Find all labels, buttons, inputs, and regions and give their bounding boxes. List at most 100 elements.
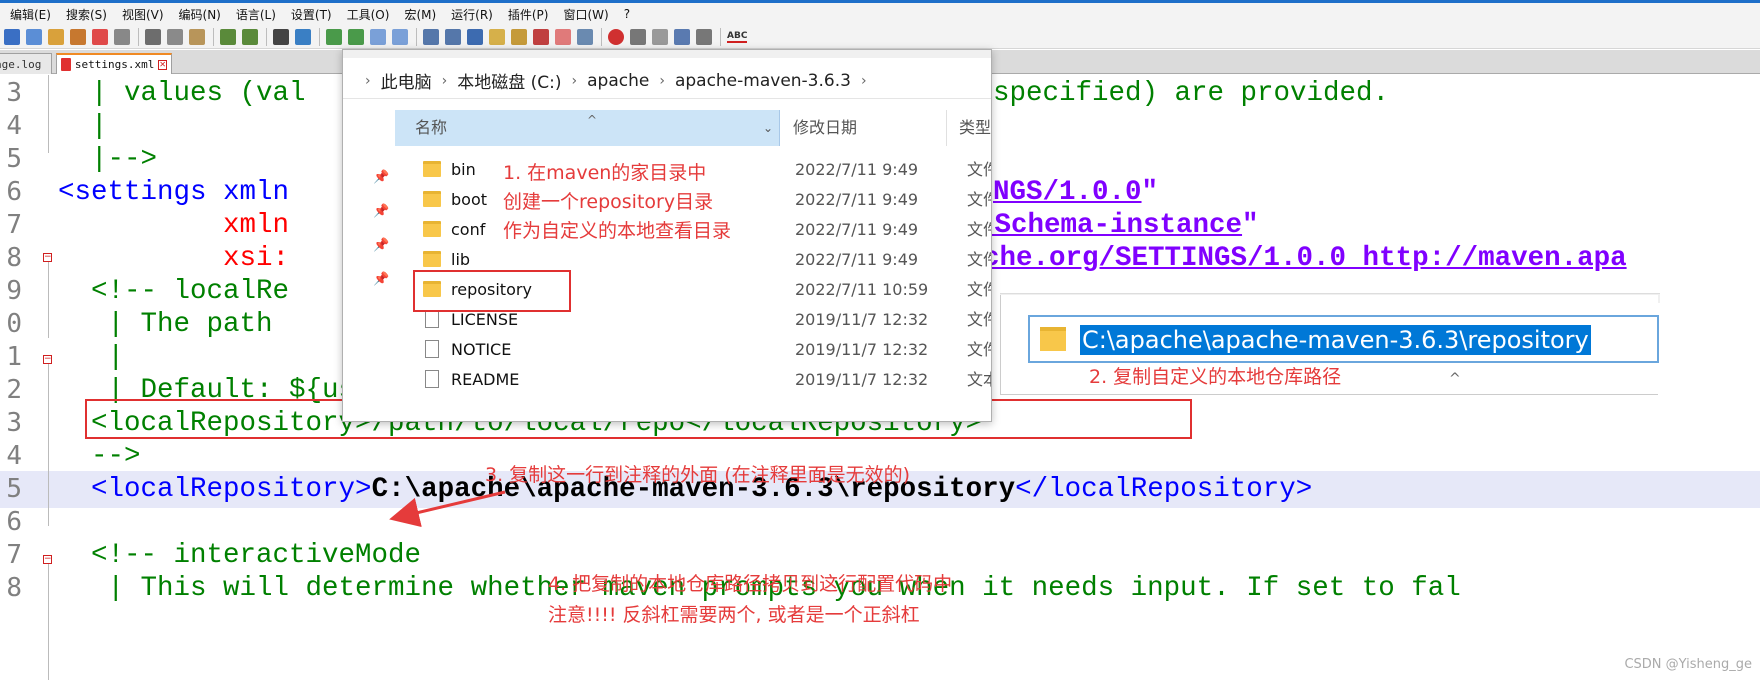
chevron-right-icon: › xyxy=(571,72,578,89)
annotation-step4-line2: 注意!!!! 反斜杠需要两个, 或者是一个正斜杠 xyxy=(548,604,920,626)
file-type: 文件 xyxy=(967,160,991,179)
close-icon[interactable] xyxy=(92,28,108,45)
chevron-down-icon[interactable]: ⌄ xyxy=(763,110,773,146)
pin-icon: 📌 xyxy=(373,204,390,219)
breadcrumb-item[interactable]: apache xyxy=(587,71,649,91)
copy-icon[interactable] xyxy=(167,28,183,45)
save-all-icon[interactable] xyxy=(70,28,86,45)
file-type: 文件 xyxy=(967,190,991,209)
annotation-step2: 2. 复制自定义的本地仓库路径 xyxy=(1089,366,1342,388)
code-url[interactable]: .Schema-instance xyxy=(978,210,1242,241)
code-segment: " xyxy=(1141,177,1159,208)
zoom-out-icon[interactable] xyxy=(348,28,364,45)
breadcrumb-item[interactable]: 本地磁盘 (C:) xyxy=(457,68,561,93)
line-number: 3 xyxy=(6,78,22,108)
breadcrumb[interactable]: › 此电脑 › 本地磁盘 (C:) › apache › apache-mave… xyxy=(343,63,991,99)
line-number: 8 xyxy=(6,243,22,273)
toolbar-separator xyxy=(601,27,602,46)
tab-label: settings.xml xyxy=(74,58,155,71)
tab-close-icon[interactable]: ✕ xyxy=(158,59,167,70)
address-bar[interactable]: C:\apache\apache-maven-3.6.3\repository xyxy=(1028,315,1659,363)
paste-icon[interactable] xyxy=(189,28,205,45)
undo-icon[interactable] xyxy=(220,28,236,45)
save-macro-icon[interactable] xyxy=(696,28,712,45)
menu-language[interactable]: 语言(L) xyxy=(236,6,276,23)
code-line: 7 <!-- interactiveMode xyxy=(0,537,1760,574)
pin-icon: 📌 xyxy=(373,238,390,253)
file-type: 文件 xyxy=(967,220,991,239)
run-macro-multiple-icon[interactable] xyxy=(674,28,690,45)
line-number: 0 xyxy=(6,309,22,339)
print-icon[interactable] xyxy=(114,28,130,45)
menu-search[interactable]: 搜索(S) xyxy=(66,6,107,23)
menu-plugins[interactable]: 插件(P) xyxy=(508,6,549,23)
menu-view[interactable]: 视图(V) xyxy=(122,6,164,23)
breadcrumb-item[interactable]: apache-maven-3.6.3 xyxy=(675,71,851,91)
doc-map-icon[interactable] xyxy=(511,28,527,45)
file-row[interactable]: README 2019/11/7 12:32 文本 xyxy=(395,366,991,396)
code-url[interactable]: NGS/1.0.0 xyxy=(993,177,1142,208)
line-number: 8 xyxy=(6,573,22,603)
code-segment: </localRepository> xyxy=(1015,474,1313,505)
column-header-type[interactable]: 类型 xyxy=(955,110,991,146)
menu-window[interactable]: 窗口(W) xyxy=(563,6,608,23)
folder-icon xyxy=(423,221,441,237)
tab-inactive[interactable]: age.log xyxy=(0,53,52,74)
sync-vertical-icon[interactable] xyxy=(370,28,386,45)
udl-icon[interactable] xyxy=(489,28,505,45)
new-file-icon[interactable] xyxy=(4,28,20,45)
play-macro-icon[interactable] xyxy=(652,28,668,45)
line-number: 7 xyxy=(6,210,22,240)
code-text: xmln .Schema-instance" xyxy=(58,207,1259,244)
fold-line xyxy=(48,360,49,526)
column-header-name[interactable]: 名称 ^ ⌄ xyxy=(395,110,780,146)
open-file-icon[interactable] xyxy=(26,28,42,45)
file-row[interactable]: NOTICE 2019/11/7 12:32 文件 xyxy=(395,336,991,366)
column-header-date[interactable]: 修改日期 xyxy=(787,110,947,146)
menu-help[interactable]: ? xyxy=(624,7,630,21)
menu-tools[interactable]: 工具(O) xyxy=(347,6,390,23)
find-icon[interactable] xyxy=(273,28,289,45)
code-text: |--> xyxy=(58,144,158,175)
sync-horizontal-icon[interactable] xyxy=(392,28,408,45)
replace-icon[interactable] xyxy=(295,28,311,45)
fold-toggle-icon[interactable]: − xyxy=(43,253,52,262)
folder-workspace-icon[interactable] xyxy=(555,28,571,45)
tab-label: age.log xyxy=(0,57,42,71)
menu-macro[interactable]: 宏(M) xyxy=(404,6,436,23)
redo-icon[interactable] xyxy=(242,28,258,45)
zoom-in-icon[interactable] xyxy=(326,28,342,45)
file-date: 2019/11/7 12:32 xyxy=(795,340,929,359)
code-segment: <settings xmln xyxy=(58,177,290,208)
indent-guide-icon[interactable] xyxy=(467,28,483,45)
chevron-right-icon: › xyxy=(659,72,665,89)
address-path-selected[interactable]: C:\apache\apache-maven-3.6.3\repository xyxy=(1080,325,1591,355)
code-text: | The path xyxy=(58,309,290,340)
tab-settings-xml[interactable]: settings.xml ✕ xyxy=(56,53,172,74)
menu-edit[interactable]: 编辑(E) xyxy=(10,6,51,23)
menu-settings[interactable]: 设置(T) xyxy=(291,6,332,23)
record-macro-icon[interactable] xyxy=(608,28,624,45)
function-list-icon[interactable] xyxy=(533,28,549,45)
spell-check-icon[interactable]: ABC xyxy=(727,31,748,43)
stop-macro-icon[interactable] xyxy=(630,28,646,45)
menu-run[interactable]: 运行(R) xyxy=(451,6,493,23)
folder-icon xyxy=(1040,327,1066,351)
watermark: CSDN @Yisheng_ge xyxy=(1624,657,1752,672)
fold-toggle-icon[interactable]: − xyxy=(43,555,52,564)
monitoring-icon[interactable] xyxy=(577,28,593,45)
code-url[interactable]: che.org/SETTINGS/1.0.0 http://maven.apa xyxy=(983,243,1627,274)
line-number: 5 xyxy=(6,144,22,174)
menu-encoding[interactable]: 编码(N) xyxy=(179,6,221,23)
chevron-up-icon[interactable]: ^ xyxy=(1449,371,1461,387)
fold-toggle-icon[interactable]: − xyxy=(43,355,52,364)
cut-icon[interactable] xyxy=(145,28,161,45)
code-segment: " xyxy=(1242,210,1259,241)
line-number: 2 xyxy=(6,375,22,405)
word-wrap-icon[interactable] xyxy=(423,28,439,45)
breadcrumb-item[interactable]: 此电脑 xyxy=(381,68,432,93)
show-all-chars-icon[interactable] xyxy=(445,28,461,45)
file-explorer-window: › 此电脑 › 本地磁盘 (C:) › apache › apache-mave… xyxy=(342,49,992,422)
save-icon[interactable] xyxy=(48,28,64,45)
toolbar-separator xyxy=(213,27,214,46)
